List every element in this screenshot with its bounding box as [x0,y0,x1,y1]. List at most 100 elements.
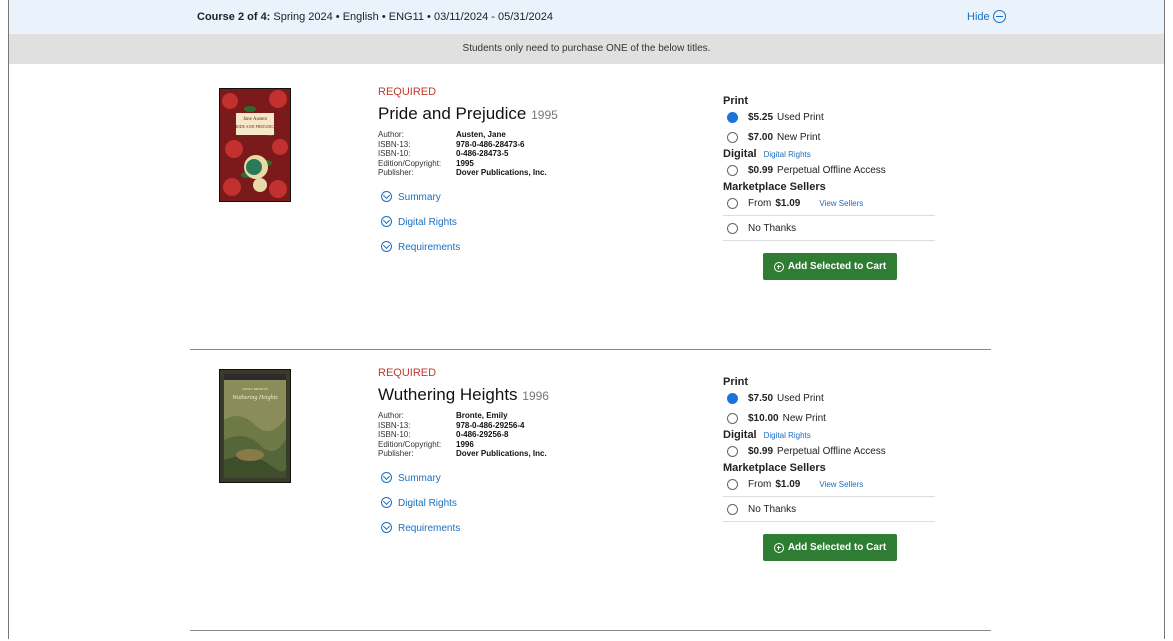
required-label: REQUIRED [378,86,437,98]
summary-expander[interactable]: Summary [378,190,698,217]
summary-expander[interactable]: Summary [378,471,698,498]
requirements-expander[interactable]: Requirements [378,521,698,548]
publisher-value: Dover Publications, Inc. [456,449,547,458]
digital-rights-link[interactable]: Digital Rights [764,431,811,440]
course-label: Course 2 of 4: [197,11,271,23]
book-separator [190,630,991,631]
add-selected-to-cart-button[interactable]: Add Selected to Cart [763,534,897,561]
divider [723,521,935,522]
chevron-down-icon [381,190,392,202]
publisher-label: Publisher: [378,168,414,177]
no-thanks-option[interactable]: No Thanks [723,499,935,519]
purchase-notice: Students only need to purchase ONE of th… [9,34,1164,64]
digital-label: Perpetual Offline Access [777,445,886,457]
digital-price: $0.99 [748,164,774,176]
used-print-price: $5.25 [748,111,774,123]
expander-list: Summary Digital Rights Requirements [378,190,698,267]
edition-label: Edition/Copyright: [378,439,442,449]
author-value: Austen, Jane [456,130,506,139]
purchase-options: Print $7.50 Used Print $10.00 New Print Di… [723,375,935,561]
edition-value: 1996 [456,439,474,449]
chevron-down-icon [381,496,392,508]
radio-icon[interactable] [727,478,738,490]
marketplace-heading: Marketplace Sellers [723,181,826,193]
book-cover-image: Jane Austen PRIDE AND PREJUDICE [219,88,291,202]
book-year: 1996 [522,389,549,403]
radio-selected-icon[interactable] [727,392,738,404]
course-info: Spring 2024 • English • ENG11 • 03/11/20… [270,11,554,23]
cover-author-text: Jane Austen [243,117,268,122]
digital-heading: Digital Digital Rights [723,429,935,441]
radio-icon[interactable] [727,131,738,143]
isbn13-value: 978-0-486-29256-4 [456,420,525,430]
used-print-label: Used Print [777,111,824,123]
book-card-pride-and-prejudice: Jane Austen PRIDE AND PREJUDICE REQUIRED… [0,80,1173,360]
digital-option[interactable]: $0.99 Perpetual Offline Access [723,160,935,180]
radio-icon[interactable] [727,503,738,515]
from-label: From [748,478,772,490]
required-label: REQUIRED [378,367,437,379]
publisher-value: Dover Publications, Inc. [456,168,547,177]
new-print-label: New Print [782,412,826,424]
radio-icon[interactable] [727,164,738,176]
radio-icon[interactable] [727,412,738,424]
view-sellers-link[interactable]: View Sellers [819,480,863,489]
cover-title-text: PRIDE AND PREJUDICE [233,124,277,129]
marketplace-option[interactable]: From $1.09 View Sellers [723,193,935,213]
chevron-down-icon [381,240,392,252]
divider [723,215,935,216]
new-print-option[interactable]: $7.00 New Print [723,127,935,147]
radio-icon[interactable] [727,197,738,209]
publisher-label: Publisher: [378,449,414,458]
book-title: Wuthering Heights 1996 [378,385,698,405]
chevron-down-icon [381,521,392,533]
used-print-option[interactable]: $7.50 Used Print [723,388,935,408]
course-title: Course 2 of 4: Spring 2024 • English • E… [197,0,553,34]
plus-circle-icon [773,542,784,553]
new-print-option[interactable]: $10.00 New Print [723,408,935,428]
book-details: REQUIRED Pride and Prejudice 1995 Author… [378,80,698,267]
requirements-expander[interactable]: Requirements [378,240,698,267]
from-label: From [748,197,772,209]
isbn10-label: ISBN-10: [378,149,411,158]
digital-rights-link[interactable]: Digital Rights [764,150,811,159]
radio-icon[interactable] [727,445,738,457]
print-heading: Print [723,95,749,107]
digital-rights-expander[interactable]: Digital Rights [378,215,698,242]
digital-rights-label: Digital Rights [398,216,457,228]
cover-title-text: Wuthering Heights [232,395,278,401]
digital-heading-text: Digital [723,429,757,441]
no-thanks-label: No Thanks [748,222,797,234]
book-title: Pride and Prejudice 1995 [378,104,698,124]
hide-label: Hide [967,11,990,23]
course-header: Course 2 of 4: Spring 2024 • English • E… [9,0,1164,34]
book-metadata: Author: Bronte, Emily ISBN-13: 978-0-486-2… [378,411,698,459]
add-selected-to-cart-button[interactable]: Add Selected to Cart [763,253,897,280]
marketplace-option[interactable]: From $1.09 View Sellers [723,474,935,494]
radio-selected-icon[interactable] [727,111,738,123]
new-print-label: New Print [777,131,821,143]
digital-price: $0.99 [748,445,774,457]
isbn13-label: ISBN-13: [378,139,411,149]
digital-rights-expander[interactable]: Digital Rights [378,496,698,523]
digital-label: Perpetual Offline Access [777,164,886,176]
hide-button[interactable]: Hide [967,0,1006,34]
no-thanks-option[interactable]: No Thanks [723,218,935,238]
digital-heading: Digital Digital Rights [723,148,935,160]
used-print-option[interactable]: $5.25 Used Print [723,107,935,127]
plus-circle-icon [773,261,784,272]
book-card-wuthering-heights: EMILY BRONTË Wuthering Heights REQUIRED … [0,361,1173,641]
isbn10-value: 0-486-29256-8 [456,430,509,439]
book-details: REQUIRED Wuthering Heights 1996 Author: B… [378,361,698,548]
author-value: Bronte, Emily [456,411,508,420]
radio-icon[interactable] [727,222,738,234]
view-sellers-link[interactable]: View Sellers [819,199,863,208]
book-title-text: Wuthering Heights [378,385,518,404]
book-title-text: Pride and Prejudice [378,104,527,123]
summary-label: Summary [398,191,441,203]
add-button-label: Add Selected to Cart [787,542,887,553]
chevron-down-icon [381,215,392,227]
digital-option[interactable]: $0.99 Perpetual Offline Access [723,441,935,461]
summary-label: Summary [398,472,441,484]
minus-circle-icon [992,9,1006,23]
